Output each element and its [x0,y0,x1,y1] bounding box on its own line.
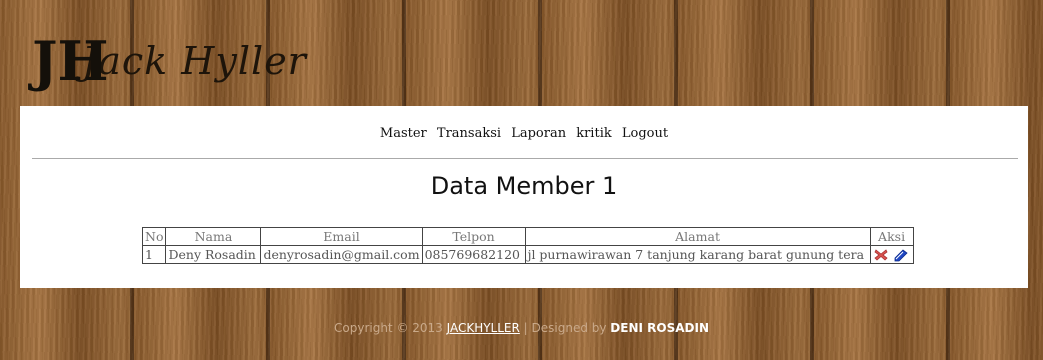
main-nav: Master Transaksi Laporan kritik Logout [20,126,1028,141]
cell-nama: Deny Rosadin [165,245,262,264]
cell-alamat: jl purnawirawan 7 tanjung karang barat g… [524,245,871,264]
cell-no: 1 [141,245,167,264]
nav-divider [32,158,1018,159]
col-no: No [141,227,167,246]
delete-icon[interactable] [873,248,889,262]
footer-copyright: Copyright © 2013 [334,321,447,335]
col-aksi: Aksi [869,227,914,246]
footer: Copyright © 2013 JACKHYLLER | Designed b… [0,321,1043,335]
nav-transaksi[interactable]: Transaksi [437,126,501,141]
site-logo[interactable]: JH Jack Hyller [32,26,307,96]
cell-telpon: 085769682120 [421,245,526,264]
table-row: 1 Deny Rosadin denyrosadin@gmail.com 085… [141,245,914,264]
footer-author: DENI ROSADIN [610,321,709,335]
nav-laporan[interactable]: Laporan [511,126,566,141]
cell-aksi [869,245,914,264]
logo-mark: JH [32,29,109,93]
logo-text: Jack Hyller [82,39,307,83]
nav-kritik[interactable]: kritik [576,126,612,141]
edit-icon[interactable] [893,248,909,262]
footer-separator: | Designed by [519,321,611,335]
col-telpon: Telpon [421,227,526,246]
main-panel: Master Transaksi Laporan kritik Logout D… [20,106,1028,288]
col-nama: Nama [165,227,262,246]
cell-email: denyrosadin@gmail.com [260,245,423,264]
nav-master[interactable]: Master [380,126,427,141]
page-title: Data Member 1 [430,172,618,200]
table-header-row: No Nama Email Telpon Alamat Aksi [141,227,914,246]
col-alamat: Alamat [524,227,871,246]
member-table: No Nama Email Telpon Alamat Aksi 1 Deny … [141,227,914,264]
nav-logout[interactable]: Logout [622,126,668,141]
col-email: Email [260,227,423,246]
footer-site-link[interactable]: JACKHYLLER [447,321,520,335]
